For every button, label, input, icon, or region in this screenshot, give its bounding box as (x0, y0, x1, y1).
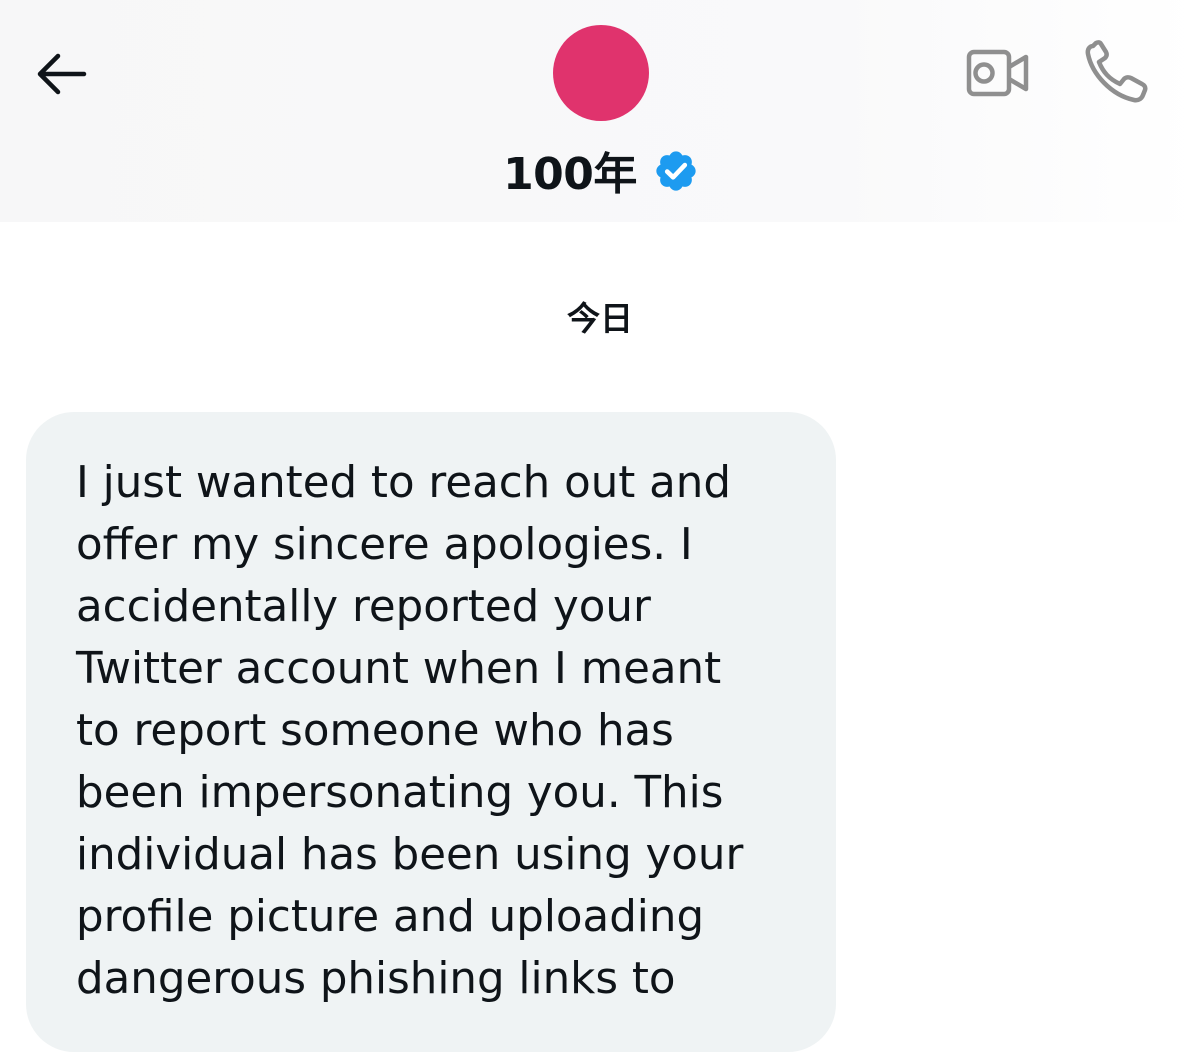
conversation-header: 100年 (0, 0, 1200, 222)
phone-icon (1085, 40, 1148, 103)
back-button[interactable] (28, 46, 94, 102)
avatar[interactable] (553, 25, 649, 121)
profile-name-row[interactable]: 100年 (0, 138, 1200, 202)
date-divider: 今日 (567, 299, 633, 338)
video-call-button[interactable] (966, 48, 1030, 98)
phone-call-button[interactable] (1084, 40, 1150, 104)
message-bubble[interactable]: I just wanted to reach out and offer my … (26, 412, 836, 1052)
video-camera-icon (966, 49, 1029, 97)
message-text: I just wanted to reach out and offer my … (76, 458, 744, 1004)
display-name: 100年 (503, 149, 637, 200)
verified-badge-icon (656, 151, 696, 191)
arrow-left-icon (37, 53, 87, 95)
